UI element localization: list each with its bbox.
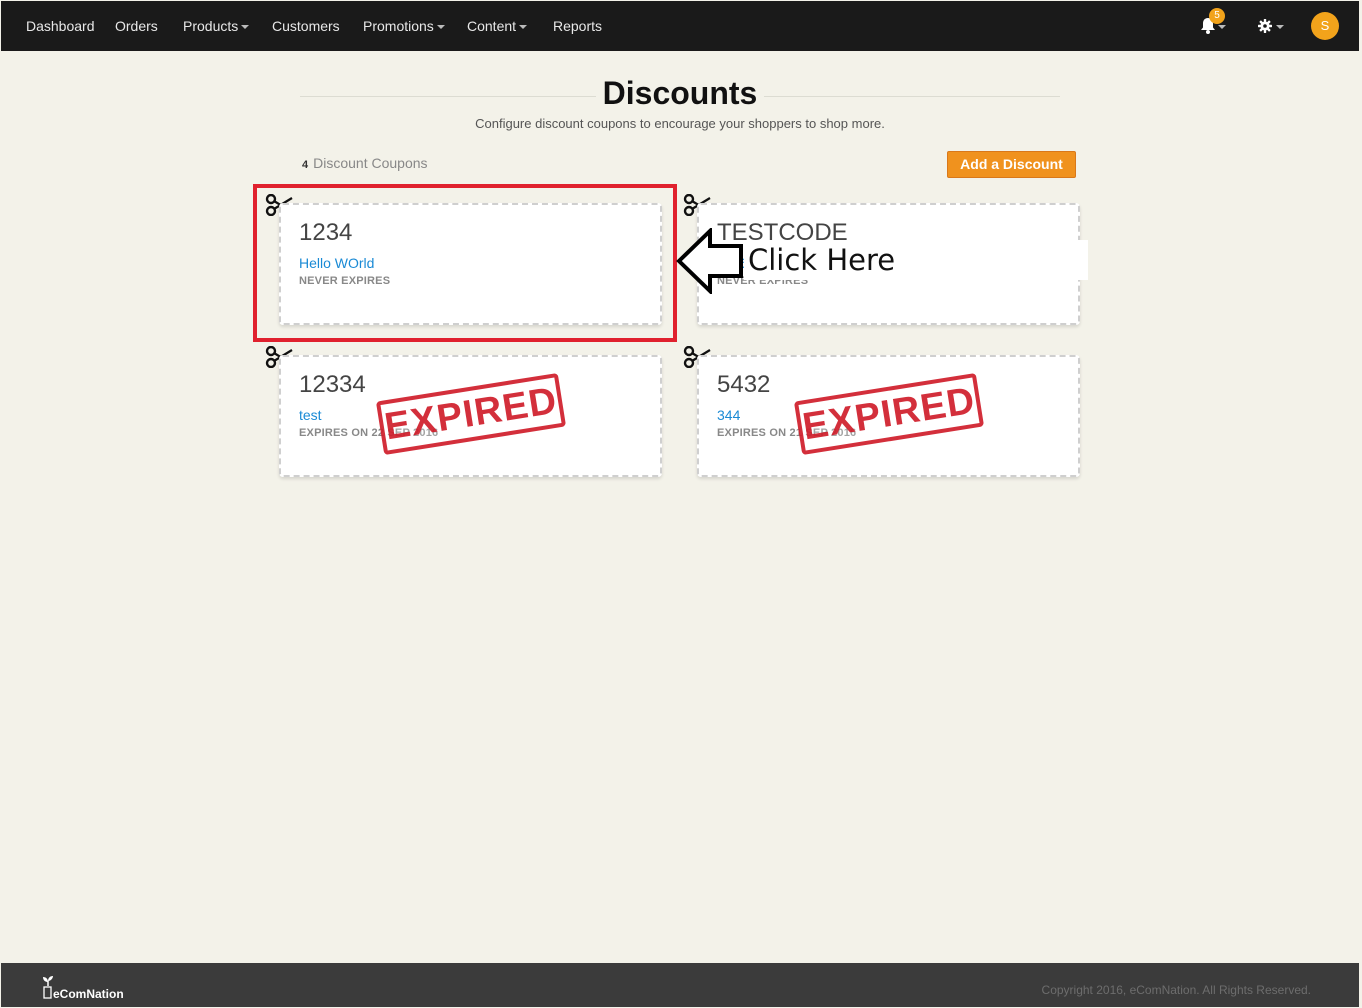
settings-button[interactable]: [1258, 17, 1290, 37]
top-navbar: Dashboard Orders Products Customers Prom…: [1, 1, 1359, 51]
coupon-count-number: 4: [302, 159, 309, 171]
coupon-card[interactable]: 12334 test EXPIRES ON 22 SEP 2016 EXPIRE…: [279, 355, 662, 477]
nav-promotions-label: Promotions: [363, 18, 434, 34]
coupon-card[interactable]: 5432 344 EXPIRES ON 21 SEP 2016 EXPIRED: [697, 355, 1080, 477]
coupon-code: 12334: [299, 371, 366, 398]
nav-products[interactable]: Products: [183, 18, 250, 34]
copyright: Copyright 2016, eComNation. All Rights R…: [1041, 983, 1311, 997]
nav-content[interactable]: Content: [467, 18, 528, 34]
chevron-down-icon: [519, 25, 528, 29]
chevron-down-icon: [1276, 25, 1284, 29]
expired-stamp: EXPIRED: [793, 372, 985, 456]
expired-stamp: EXPIRED: [375, 372, 567, 456]
nav-reports[interactable]: Reports: [553, 18, 602, 34]
chevron-down-icon: [241, 25, 250, 29]
chevron-down-icon: [1218, 25, 1226, 29]
page-title: Discounts: [602, 75, 758, 111]
page-subtitle: Configure discount coupons to encourage …: [475, 116, 885, 131]
nav-content-label: Content: [467, 18, 517, 34]
chevron-down-icon: [436, 25, 445, 29]
annotation-label: Click Here: [748, 243, 896, 277]
nav-products-label: Products: [183, 18, 239, 34]
footer-logo: eComNation: [41, 974, 151, 1001]
arrow-left-icon: [676, 228, 743, 294]
coupon-code: 5432: [717, 371, 771, 398]
coupon-name-link[interactable]: test: [299, 407, 322, 423]
coupon-count: 4 Discount Coupons: [302, 155, 428, 171]
user-avatar[interactable]: S: [1311, 12, 1339, 40]
coupon-count-label: Discount Coupons: [313, 155, 428, 171]
highlight-box: [253, 184, 677, 342]
nav-customers[interactable]: Customers: [272, 18, 340, 34]
nav-promotions[interactable]: Promotions: [363, 18, 445, 34]
notification-count-badge: 5: [1209, 8, 1225, 24]
title-divider-right: [764, 96, 1060, 97]
add-discount-button[interactable]: Add a Discount: [947, 151, 1076, 178]
title-divider-left: [300, 96, 596, 97]
coupon-name-link[interactable]: 344: [717, 407, 740, 423]
logo-text: eComNation: [53, 987, 124, 1001]
nav-orders[interactable]: Orders: [115, 18, 158, 34]
footer: eComNation Copyright 2016, eComNation. A…: [1, 963, 1359, 1007]
nav-dashboard[interactable]: Dashboard: [26, 18, 95, 34]
gear-icon: [1258, 19, 1272, 33]
